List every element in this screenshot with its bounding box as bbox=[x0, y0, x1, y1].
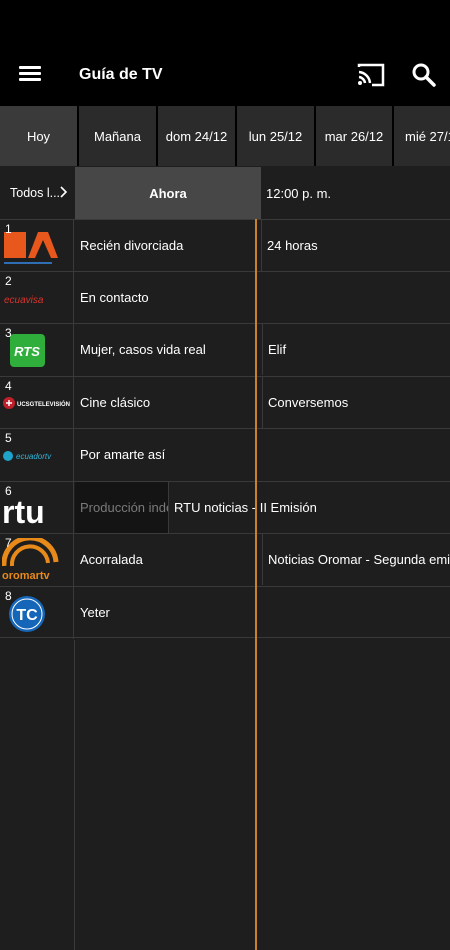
timeline-header: Todos l... Ahora 12:00 p. m. bbox=[0, 167, 450, 219]
channel-number: 1 bbox=[5, 222, 12, 236]
program-cell[interactable]: Conversemos bbox=[262, 377, 450, 428]
channel-filter-label: Todos l... bbox=[10, 186, 61, 200]
program-cell[interactable]: Cine clásico bbox=[75, 377, 255, 428]
program-cell[interactable]: En contacto bbox=[75, 272, 450, 323]
channel-row: 1 Recién divorciada 24 horas bbox=[0, 219, 450, 272]
tc-television-logo: TC bbox=[9, 596, 45, 632]
channel-row: TC 8 Yeter bbox=[0, 586, 450, 639]
channel-cell[interactable]: RTS 3 bbox=[0, 324, 74, 376]
channel-number: 7 bbox=[5, 536, 12, 550]
svg-text:ecuavisa: ecuavisa bbox=[4, 295, 44, 306]
channel-row: rtu 6 Producción inde RTU noticias - II … bbox=[0, 481, 450, 534]
oromar-tv-logo: oromartv bbox=[2, 538, 59, 582]
rtu-logo: rtu bbox=[2, 494, 45, 530]
program-cell[interactable]: Producción inde bbox=[75, 482, 168, 533]
program-cell[interactable]: Recién divorciada bbox=[75, 220, 255, 271]
svg-text:TC: TC bbox=[16, 607, 38, 624]
program-cell[interactable]: RTU noticias - II Emisión bbox=[168, 482, 450, 533]
channel-number: 6 bbox=[5, 484, 12, 498]
svg-text:UCSGTELEVISIÓN: UCSGTELEVISIÓN bbox=[17, 400, 70, 408]
svg-text:ecuadortv: ecuadortv bbox=[16, 452, 52, 461]
channel-cell[interactable]: ecuadortv 5 bbox=[0, 429, 74, 481]
svg-text:rtu: rtu bbox=[2, 494, 45, 530]
cast-icon[interactable] bbox=[356, 61, 386, 89]
channel-column-divider bbox=[74, 640, 75, 950]
channel-cell[interactable]: 1 bbox=[0, 220, 74, 272]
program-cell[interactable]: Elif bbox=[262, 324, 450, 375]
teleamazonas-logo bbox=[4, 232, 58, 264]
channel-number: 8 bbox=[5, 589, 12, 603]
channel-cell[interactable]: rtu 6 bbox=[0, 482, 74, 534]
chevron-right-icon bbox=[60, 186, 68, 198]
channel-number: 3 bbox=[5, 326, 12, 340]
channel-cell[interactable]: TC 8 bbox=[0, 587, 74, 639]
tab-day-hoy[interactable]: Hoy bbox=[0, 106, 77, 166]
program-cell[interactable]: Por amarte así bbox=[75, 429, 450, 480]
program-cell[interactable]: Noticias Oromar - Segunda emisión bbox=[262, 534, 450, 585]
channel-row: oromartv 7 Acorralada Noticias Oromar - … bbox=[0, 533, 450, 586]
tab-day-dom[interactable]: dom 24/12 bbox=[158, 106, 235, 166]
program-cell[interactable]: Mujer, casos vida real bbox=[75, 324, 255, 375]
svg-text:oromartv: oromartv bbox=[2, 570, 51, 582]
page-title: Guía de TV bbox=[79, 66, 163, 83]
ecuadortv-logo: ecuadortv bbox=[3, 451, 52, 461]
rts-logo: RTS bbox=[10, 334, 45, 367]
channel-filter-button[interactable]: Todos l... bbox=[0, 167, 74, 219]
app-bar: Guía de TV bbox=[0, 44, 450, 106]
channel-row: ecuadortv 5 Por amarte así bbox=[0, 428, 450, 481]
menu-icon[interactable] bbox=[16, 62, 44, 86]
day-tabs: Hoy Mañana dom 24/12 lun 25/12 mar 26/12… bbox=[0, 106, 450, 166]
channel-number: 5 bbox=[5, 431, 12, 445]
program-cell[interactable]: 24 horas bbox=[261, 220, 450, 271]
channel-cell[interactable]: oromartv 7 bbox=[0, 534, 74, 586]
program-cell[interactable]: Yeter bbox=[75, 587, 450, 638]
channel-number: 2 bbox=[5, 274, 12, 288]
time-slot-label: 12:00 p. m. bbox=[266, 185, 332, 201]
search-icon[interactable] bbox=[410, 61, 438, 89]
current-time-indicator bbox=[255, 219, 257, 950]
channel-row: UCSGTELEVISIÓN 4 Cine clásico Conversemo… bbox=[0, 376, 450, 429]
channel-number: 4 bbox=[5, 379, 12, 393]
ecuavisa-logo: ecuavisa bbox=[4, 295, 44, 306]
channel-cell[interactable]: ecuavisa 2 bbox=[0, 272, 74, 324]
now-button[interactable]: Ahora bbox=[75, 167, 261, 219]
program-cell[interactable]: Acorralada bbox=[75, 534, 255, 585]
tab-day-mar[interactable]: mar 26/12 bbox=[316, 106, 392, 166]
tab-day-manana[interactable]: Mañana bbox=[79, 106, 156, 166]
svg-text:RTS: RTS bbox=[14, 344, 40, 359]
channel-row: ecuavisa 2 En contacto bbox=[0, 271, 450, 324]
channel-cell[interactable]: UCSGTELEVISIÓN 4 bbox=[0, 377, 74, 429]
ucsg-television-logo: UCSGTELEVISIÓN bbox=[3, 397, 70, 409]
status-bar bbox=[0, 0, 450, 44]
channel-row: RTS 3 Mujer, casos vida real Elif bbox=[0, 323, 450, 376]
tab-day-mie[interactable]: mié 27/12 bbox=[394, 106, 450, 166]
tab-day-lun[interactable]: lun 25/12 bbox=[237, 106, 314, 166]
